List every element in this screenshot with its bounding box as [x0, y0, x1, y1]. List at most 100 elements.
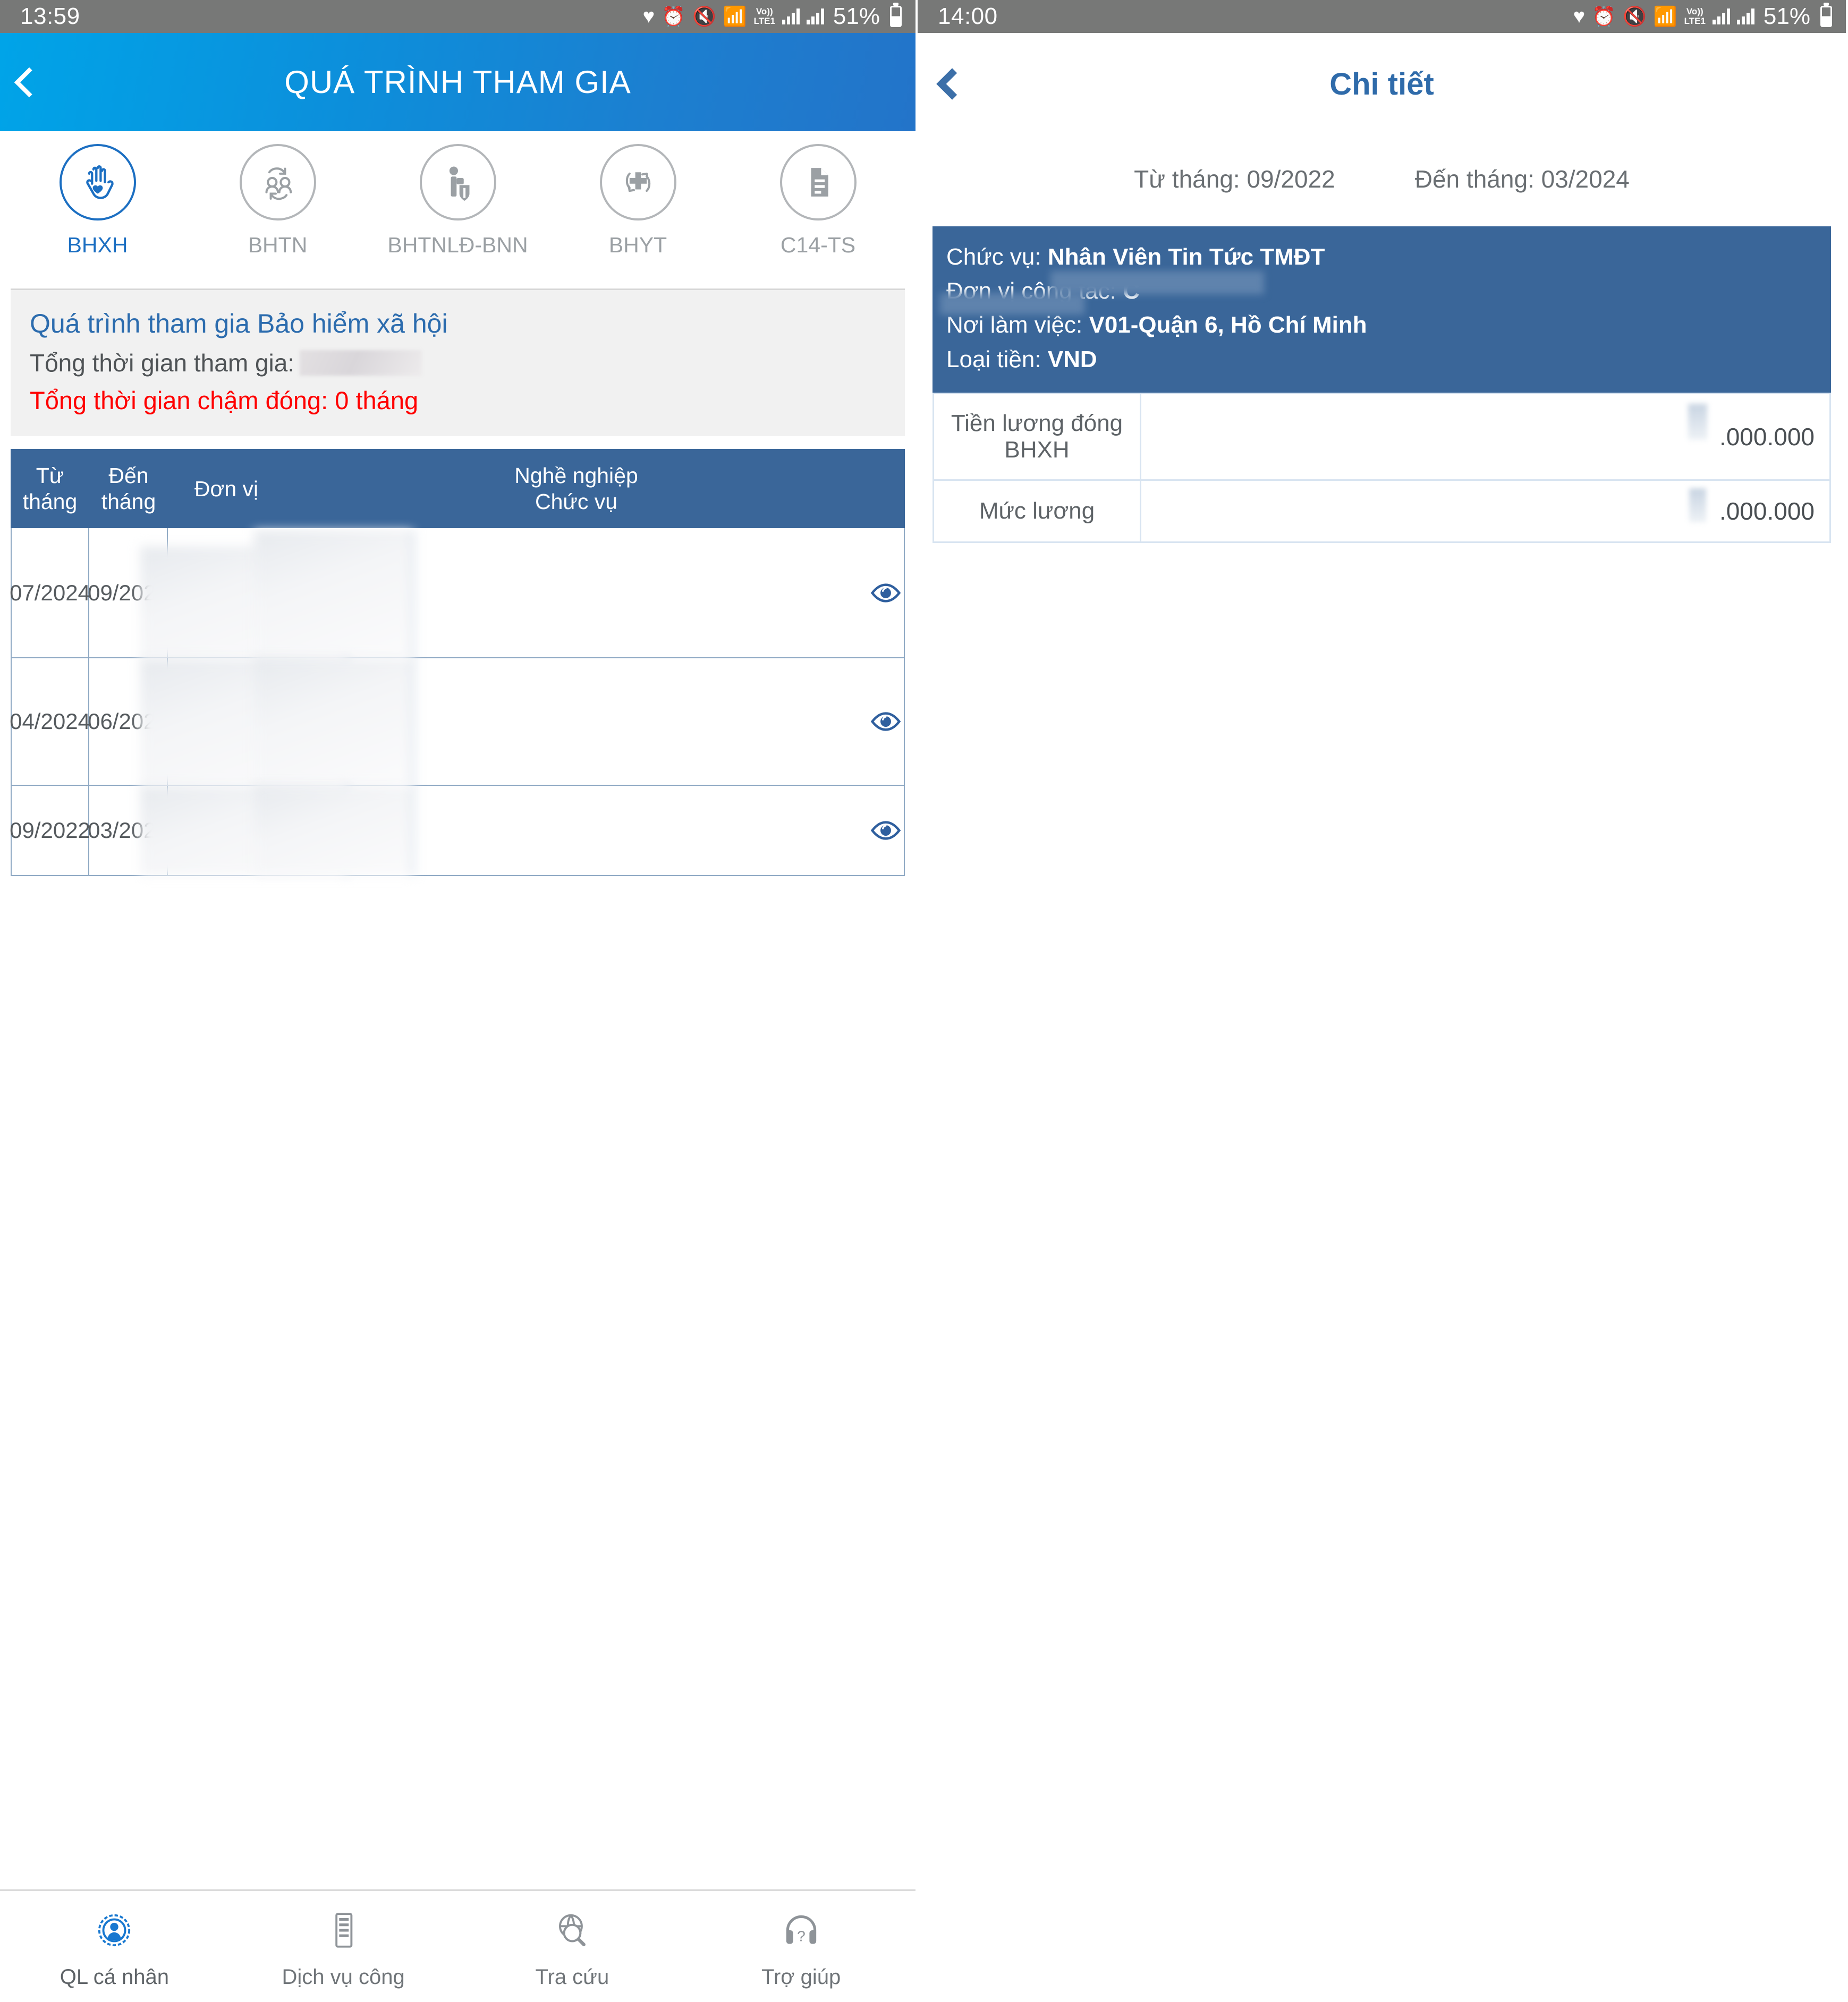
volte-lte-icon: Vo)) LTE1	[753, 6, 775, 26]
tab-bhyt[interactable]: BHYT	[548, 144, 728, 258]
col-to-month-line2: tháng	[101, 489, 156, 514]
nav-label-dich-vu-cong: Dịch vụ công	[282, 1965, 405, 1989]
unit-value-redaction	[1050, 271, 1264, 294]
summary-title: Quá trình tham gia Bảo hiểm xã hội	[30, 309, 448, 339]
signal-bars-sim2-icon	[806, 9, 824, 24]
headset-help-icon: ?	[779, 1906, 823, 1955]
nav-item-tra-cuu[interactable]: Tra cứu	[458, 1906, 687, 1989]
participation-table: Từ tháng Đến tháng Đơn vị Nghề nghiệp Ch…	[10, 449, 905, 877]
row-redaction-overlay-2	[254, 786, 413, 877]
detail-header: Chi tiết	[918, 33, 1846, 123]
eye-icon	[870, 712, 901, 731]
salary-value-text: .000.000	[1719, 422, 1815, 451]
mute-vibrate-icon: 🔇	[692, 5, 716, 27]
praying-hands-heart-icon	[59, 144, 136, 220]
col-job-line2: Chức vụ	[535, 489, 618, 514]
table-header-row: Từ tháng Đến tháng Đơn vị Nghề nghiệp Ch…	[11, 449, 905, 529]
total-time-row: Tổng thời gian tham gia:	[30, 349, 886, 377]
tab-bhtn-label: BHTN	[248, 233, 308, 257]
tab-c14-ts[interactable]: C14-TS	[728, 144, 908, 258]
view-detail-button[interactable]	[868, 528, 905, 658]
document-list-icon	[779, 144, 857, 220]
table-row[interactable]: 07/2024 09/2024	[10, 528, 905, 659]
cell-from-month: 04/2024	[10, 658, 90, 785]
worker-shield-icon	[419, 144, 496, 220]
total-time-label: Tổng thời gian tham gia:	[30, 349, 295, 377]
wifi-icon: 📶	[723, 5, 747, 27]
view-detail-button[interactable]	[868, 786, 905, 876]
signal-bars-sim1-icon	[1712, 9, 1730, 24]
nav-item-dich-vu-cong[interactable]: Dịch vụ công	[229, 1906, 458, 1989]
tab-bhtnld-bnn-label: BHTNLĐ-BNN	[387, 233, 528, 257]
salary-label: Mức lương	[934, 480, 1141, 541]
currency-row: Loại tiền: VND	[946, 343, 1817, 377]
workplace-label: Nơi làm việc:	[946, 312, 1083, 338]
tab-c14-ts-label: C14-TS	[780, 233, 856, 257]
salary-value: .000.000	[1141, 481, 1829, 541]
cell-from-month: 09/2022	[10, 786, 90, 876]
tab-bhtn[interactable]: BHTN	[188, 144, 368, 258]
heart-icon: ♥	[642, 5, 655, 28]
alarm-icon: ⏰	[662, 5, 685, 27]
view-detail-button[interactable]	[868, 658, 905, 785]
app-bar: QUÁ TRÌNH THAM GIA	[0, 33, 915, 131]
mute-vibrate-icon: 🔇	[1622, 5, 1647, 27]
detail-title: Chi tiết	[1329, 66, 1434, 101]
back-chevron-icon	[936, 68, 968, 100]
back-button[interactable]	[0, 67, 58, 97]
tab-bhyt-label: BHYT	[608, 233, 667, 257]
page-title: QUÁ TRÌNH THAM GIA	[284, 64, 631, 100]
salary-value-text: .000.000	[1719, 497, 1815, 525]
signal-bars-sim1-icon	[782, 9, 800, 24]
detail-info-card: Chức vụ: Nhân Viên Tin Tức TMĐT Đơn vị c…	[933, 226, 1831, 393]
bottom-navigation: QL cá nhân Dịch vụ công Tra cứu ? Trợ gi…	[0, 1889, 915, 2002]
screen-detail: 14:00 ♥ ⏰ 🔇 📶 Vo)) LTE1 51% Chi tiết Từ t…	[918, 0, 1846, 2002]
col-job-position: Nghề nghiệp Chức vụ	[285, 449, 868, 528]
back-button[interactable]	[918, 68, 987, 100]
salary-label: Tiền lương đóng BHXH	[934, 394, 1141, 479]
volte-lte-icon: Vo)) LTE1	[1684, 6, 1706, 26]
back-chevron-icon	[14, 67, 45, 97]
battery-percent: 51%	[1763, 3, 1810, 29]
status-icons: ♥ ⏰ 🔇 📶 Vo)) LTE1 51%	[643, 3, 902, 30]
salary-value-redaction	[1689, 488, 1706, 522]
unit-value-redaction-2	[940, 293, 1084, 315]
workplace-value: V01-Quận 6, Hồ Chí Minh	[1089, 312, 1367, 338]
globe-search-icon	[550, 1906, 594, 1955]
battery-icon	[1820, 6, 1832, 27]
tab-bhxh[interactable]: BHXH	[7, 144, 188, 258]
salary-table: Tiền lương đóng BHXH .000.000 Mức lương …	[933, 392, 1831, 543]
table-row[interactable]: 09/2022 03/2024	[10, 786, 905, 877]
screen-participation-history: 13:59 ♥ ⏰ 🔇 📶 Vo)) LTE1 51% QUÁ TRÌNH THA…	[0, 0, 918, 2002]
row-redaction-overlay-2	[254, 658, 413, 786]
two-people-exchange-icon	[239, 144, 316, 220]
total-time-value-redacted	[300, 350, 422, 376]
status-clock: 13:59	[20, 3, 80, 29]
summary-card: Quá trình tham gia Bảo hiểm xã hội Tổng …	[11, 289, 905, 437]
document-lines-icon	[321, 1906, 365, 1955]
row-redaction-overlay-2	[254, 530, 413, 659]
insurance-type-tabs: BHXH BHTN BHTNLĐ-BNN BHYT C14-TS	[0, 131, 915, 263]
nav-label-tro-giup: Trợ giúp	[761, 1965, 841, 1989]
svg-text:?: ?	[797, 1928, 806, 1945]
position-value: Nhân Viên Tin Tức TMĐT	[1047, 244, 1325, 270]
status-bar-left: 13:59 ♥ ⏰ 🔇 📶 Vo)) LTE1 51%	[0, 0, 915, 33]
nav-item-ql-ca-nhan[interactable]: QL cá nhân	[0, 1906, 229, 1989]
position-row: Chức vụ: Nhân Viên Tin Tức TMĐT	[946, 240, 1817, 274]
detail-to-month: Đến tháng: 03/2024	[1414, 165, 1630, 193]
tab-bhtnld-bnn[interactable]: BHTNLĐ-BNN	[368, 144, 548, 258]
cell-from-month: 07/2024	[10, 528, 90, 658]
status-bar-right: 14:00 ♥ ⏰ 🔇 📶 Vo)) LTE1 51%	[918, 0, 1846, 33]
heart-icon: ♥	[1573, 5, 1586, 28]
eye-icon	[870, 821, 901, 840]
col-action	[868, 449, 905, 528]
eye-icon	[870, 583, 901, 603]
battery-percent: 51%	[833, 3, 880, 29]
status-clock: 14:00	[938, 3, 998, 29]
salary-value-redaction	[1688, 403, 1707, 440]
late-payment-text: Tổng thời gian chậm đóng: 0 tháng	[30, 386, 419, 415]
detail-date-range: Từ tháng: 09/2022 Đến tháng: 03/2024	[918, 165, 1846, 193]
nav-item-tro-giup[interactable]: ? Trợ giúp	[686, 1906, 915, 1989]
detail-from-month: Từ tháng: 09/2022	[1134, 165, 1335, 193]
table-row[interactable]: 04/2024 06/2024	[10, 658, 905, 786]
